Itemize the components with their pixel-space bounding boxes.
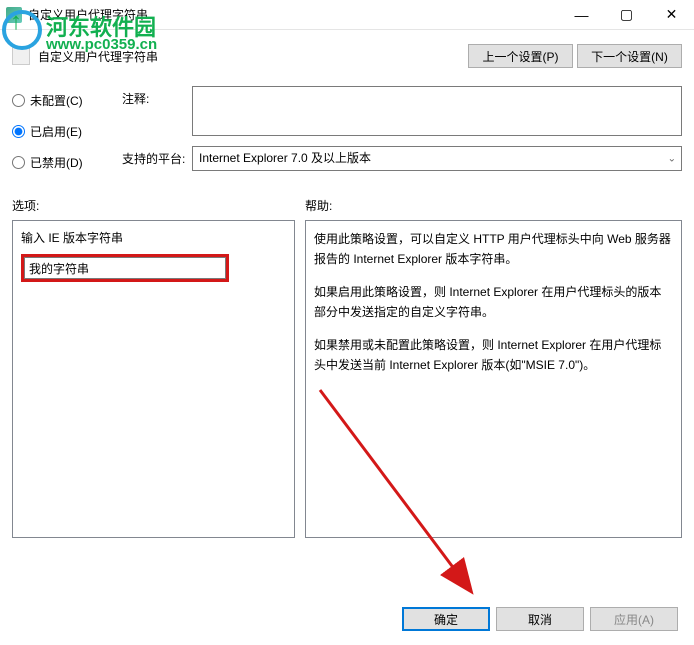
- header-row: 自定义用户代理字符串 上一个设置(P) 下一个设置(N): [0, 30, 694, 78]
- radio-enabled[interactable]: 已启用(E): [12, 123, 122, 140]
- window-title: 自定义用户代理字符串: [28, 6, 559, 23]
- radio-enabled-input[interactable]: [12, 125, 25, 138]
- prev-setting-button[interactable]: 上一个设置(P): [468, 44, 573, 68]
- radio-not-configured-input[interactable]: [12, 94, 25, 107]
- radio-not-configured-label: 未配置(C): [30, 92, 83, 109]
- panels: 输入 IE 版本字符串 使用此策略设置，可以自定义 HTTP 用户代理标头中向 …: [0, 220, 694, 538]
- comment-input[interactable]: [192, 86, 682, 136]
- next-setting-button[interactable]: 下一个设置(N): [577, 44, 682, 68]
- help-paragraph: 使用此策略设置，可以自定义 HTTP 用户代理标头中向 Web 服务器报告的 I…: [314, 229, 673, 270]
- platform-select[interactable]: Internet Explorer 7.0 及以上版本: [192, 146, 682, 171]
- options-section-label: 选项:: [12, 197, 305, 214]
- comment-row: 注释:: [122, 86, 682, 136]
- app-icon: [6, 7, 22, 23]
- help-paragraph: 如果启用此策略设置，则 Internet Explorer 在用户代理标头的版本…: [314, 282, 673, 323]
- policy-icon: [12, 47, 30, 65]
- platform-row: 支持的平台: Internet Explorer 7.0 及以上版本 ⌄: [122, 146, 682, 171]
- ie-version-input[interactable]: [24, 257, 226, 279]
- comment-label: 注释:: [122, 86, 192, 107]
- radio-disabled-input[interactable]: [12, 156, 25, 169]
- help-paragraph: 如果禁用或未配置此策略设置，则 Internet Explorer 在用户代理标…: [314, 335, 673, 376]
- config-area: 未配置(C) 已启用(E) 已禁用(D) 注释: 支持的平台: Internet…: [0, 86, 694, 185]
- ie-version-label: 输入 IE 版本字符串: [21, 229, 286, 246]
- fields-area: 注释: 支持的平台: Internet Explorer 7.0 及以上版本 ⌄: [122, 86, 682, 185]
- options-panel: 输入 IE 版本字符串: [12, 220, 295, 538]
- section-labels: 选项: 帮助:: [0, 185, 694, 220]
- minimize-button[interactable]: —: [559, 0, 604, 29]
- close-button[interactable]: ✕: [649, 0, 694, 29]
- window-controls: — ▢ ✕: [559, 0, 694, 29]
- titlebar: 自定义用户代理字符串 — ▢ ✕: [0, 0, 694, 30]
- apply-button[interactable]: 应用(A): [590, 607, 678, 631]
- radio-enabled-label: 已启用(E): [30, 123, 82, 140]
- footer: 确定 取消 应用(A): [0, 593, 694, 645]
- maximize-button[interactable]: ▢: [604, 0, 649, 29]
- help-section-label: 帮助:: [305, 197, 332, 214]
- cancel-button[interactable]: 取消: [496, 607, 584, 631]
- policy-title: 自定义用户代理字符串: [38, 48, 464, 65]
- help-panel: 使用此策略设置，可以自定义 HTTP 用户代理标头中向 Web 服务器报告的 I…: [305, 220, 682, 538]
- platform-label: 支持的平台:: [122, 146, 192, 167]
- input-highlight: [21, 254, 229, 282]
- ok-button[interactable]: 确定: [402, 607, 490, 631]
- radio-disabled[interactable]: 已禁用(D): [12, 154, 122, 171]
- radio-disabled-label: 已禁用(D): [30, 154, 83, 171]
- radio-not-configured[interactable]: 未配置(C): [12, 92, 122, 109]
- state-radio-group: 未配置(C) 已启用(E) 已禁用(D): [12, 86, 122, 185]
